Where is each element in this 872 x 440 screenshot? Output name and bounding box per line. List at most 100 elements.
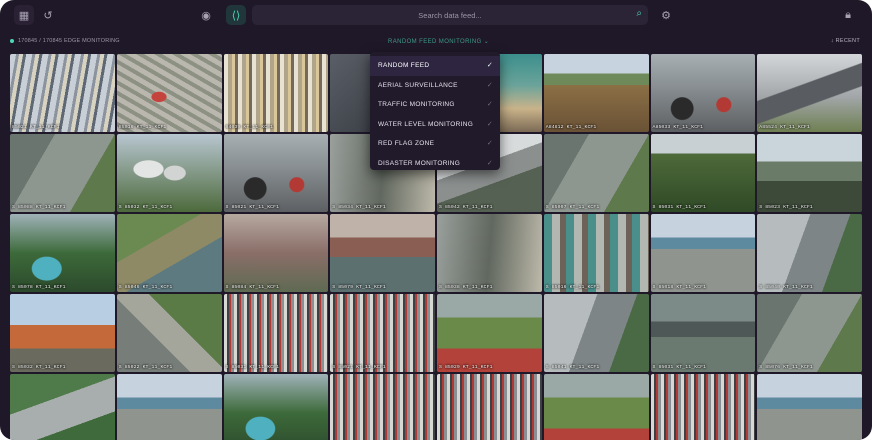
camera-feed-tile[interactable]: S 85016 KT_11_KCF1 (543, 214, 649, 292)
camera-feed-tile[interactable]: S 85038 KT_11_KCF1 (437, 214, 542, 292)
camera-feed-tile[interactable] (437, 374, 542, 440)
camera-feed-label: S 85038 KT_11_KCF1 (439, 285, 493, 290)
feed-count: 170845 / 170845 EDGE MONITORING (10, 38, 120, 44)
dropdown-item[interactable]: AERIAL SURVEILLANCE ✓ (370, 76, 500, 96)
camera-feed-tile[interactable]: 85021 KT_11_KCF1 (10, 54, 115, 132)
camera-feed-label: A85524 KT_11_KCF1 (759, 125, 810, 130)
camera-feed-label: S 85076 KT_11_KCF1 (759, 365, 813, 370)
camera-feed-tile[interactable]: A85524 KT_11_KCF1 (757, 54, 862, 132)
dropdown-item[interactable]: RANDOM FEED ✓ (370, 56, 500, 76)
settings-icon[interactable]: ⚙ (656, 5, 676, 25)
camera-feed-tile[interactable]: S 85076 KT_11_KCF1 (757, 294, 862, 372)
dropdown-item-label: TRAFFIC MONITORING (378, 101, 455, 109)
camera-feed-label: S 85031 KT_11_KCF1 (225, 365, 280, 370)
camera-feed-label: S 85023 KT_11_KCF1 (759, 205, 813, 210)
search-icon[interactable]: ⌕ (636, 8, 642, 19)
camera-feed-tile[interactable]: S 85032 KT_11_KCF1 (10, 294, 115, 372)
camera-feed-tile[interactable] (10, 374, 115, 440)
camera-feed-tile[interactable]: S 85040 KT_11_KCF1 (757, 214, 862, 292)
recent-label: RECENT (835, 38, 860, 44)
camera-feed-label: S 85016 KT_11_KCF1 (545, 285, 600, 290)
camera-feed-label: 85021 KT_11_KCF1 (12, 125, 60, 130)
camera-feed-tile[interactable]: S 85029 KT_11_KCF1 (437, 294, 542, 372)
camera-feed-tile[interactable]: A85033 KT_11_KCF1 (650, 54, 756, 132)
dropdown-item-label: RED FLAG ZONE (378, 140, 435, 148)
camera-feed-tile[interactable]: 85016 KT_11_KCF1 (116, 54, 222, 132)
camera-feed-label: S 85034 KT_11_KCF1 (332, 205, 386, 210)
history-icon[interactable]: ↺ (38, 5, 58, 25)
camera-feed-tile[interactable]: S 85007 KT_11_KCF1 (543, 134, 649, 212)
camera-feed-label: S 85031 KT_11_KCF1 (652, 205, 707, 210)
camera-feed-tile[interactable]: S 85079 KT_11_KCF1 (330, 214, 435, 292)
camera-feed-label: S 85021 KT_11_KCF1 (332, 365, 386, 370)
camera-feed-tile[interactable]: S 85021 KT_11_KCF1 (330, 294, 435, 372)
camera-icon[interactable]: ◉ (196, 5, 216, 25)
camera-feed-label: S 85032 KT_11_KCF1 (118, 205, 173, 210)
camera-feed-tile[interactable]: S 85022 KT_11_KCF1 (116, 294, 222, 372)
camera-feed-label: S 85084 KT_11_KCF1 (225, 285, 280, 290)
camera-feed-label: S 85007 KT_11_KCF1 (545, 205, 600, 210)
camera-feed-tile[interactable]: A84812 KT_11_KCF1 (543, 54, 649, 132)
check-icon: ✓ (486, 61, 493, 69)
sub-bar: 170845 / 170845 EDGE MONITORING RANDOM F… (0, 34, 872, 50)
camera-feed-label: S 85029 KT_11_KCF1 (439, 365, 493, 370)
camera-feed-tile[interactable]: S 85046 KT_11_KCF1 (116, 214, 222, 292)
camera-feed-tile[interactable]: S 85031 KT_11_KCF1 (223, 294, 329, 372)
grid-icon[interactable]: ▦ (14, 5, 34, 25)
camera-feed-tile[interactable]: S 85021 KT_11_KCF1 (223, 134, 329, 212)
camera-feed-label: S 85088 KT_11_KCF1 (12, 205, 66, 210)
camera-feed-tile[interactable] (757, 374, 862, 440)
camera-feed-tile[interactable]: S 85031 KT_11_KCF1 (650, 294, 756, 372)
camera-feed-label: S 85078 KT_11_KCF1 (12, 285, 66, 290)
feed-count-text: 170845 / 170845 EDGE MONITORING (18, 38, 120, 44)
camera-feed-label: S 85041 KT_11_KCF1 (545, 365, 600, 370)
camera-feed-tile[interactable] (543, 374, 649, 440)
camera-feed-label: S 85031 KT_11_KCF1 (652, 365, 707, 370)
check-icon: ✓ (486, 158, 493, 167)
camera-feed-tile[interactable] (223, 374, 329, 440)
camera-feed-label: 85016 KT_11_KCF1 (118, 125, 167, 130)
lock-icon[interactable]: 🔒︎ (838, 5, 858, 25)
check-icon: ✓ (486, 100, 493, 108)
status-dot (10, 39, 14, 43)
camera-feed-tile[interactable]: S 85032 KT_11_KCF1 (116, 134, 222, 212)
camera-feed-label: 84039 KT_11_KCF1 (225, 125, 274, 130)
check-icon: ✓ (486, 80, 493, 89)
feed-selector[interactable]: RANDOM FEED MONITORING ⌄ (388, 38, 489, 45)
camera-feed-label: S 85042 KT_11_KCF1 (439, 205, 493, 210)
live-icon[interactable]: ⟨⟩ (226, 5, 246, 25)
dropdown-item-label: WATER LEVEL MONITORING (378, 120, 474, 128)
camera-feed-label: S 85018 KT_11_KCF1 (652, 285, 707, 290)
camera-feed-label: S 85022 KT_11_KCF1 (118, 365, 173, 370)
camera-feed-tile[interactable]: S 85078 KT_11_KCF1 (10, 214, 115, 292)
search-input[interactable]: Search data feed... ⌕ (252, 5, 648, 25)
camera-feed-label: S 85021 KT_11_KCF1 (225, 205, 280, 210)
camera-feed-label: S 85040 KT_11_KCF1 (759, 285, 813, 290)
camera-feed-tile[interactable]: 84039 KT_11_KCF1 (223, 54, 329, 132)
check-icon: ✓ (486, 119, 493, 128)
dropdown-item[interactable]: WATER LEVEL MONITORING ✓ (370, 115, 500, 135)
camera-feed-label: A85033 KT_11_KCF1 (652, 125, 704, 130)
camera-feed-tile[interactable] (116, 374, 222, 440)
chevron-down-icon: ⌄ (483, 39, 490, 45)
dropdown-item[interactable]: TRAFFIC MONITORING ✓ (370, 95, 500, 115)
camera-feed-tile[interactable]: S 85088 KT_11_KCF1 (10, 134, 115, 212)
dropdown-item[interactable]: RED FLAG ZONE ✓ (370, 134, 500, 154)
check-icon: ✓ (486, 139, 493, 147)
camera-feed-label: S 85046 KT_11_KCF1 (118, 285, 173, 290)
camera-feed-tile[interactable]: S 85031 KT_11_KCF1 (650, 134, 756, 212)
dropdown-item-label: AERIAL SURVEILLANCE (378, 81, 458, 89)
camera-feed-tile[interactable]: S 85084 KT_11_KCF1 (223, 214, 329, 292)
camera-feed-tile[interactable]: S 85018 KT_11_KCF1 (650, 214, 756, 292)
camera-feed-tile[interactable]: S 85023 KT_11_KCF1 (757, 134, 862, 212)
feed-selector-label: RANDOM FEED MONITORING (388, 39, 482, 45)
camera-feed-tile[interactable] (330, 374, 435, 440)
dropdown-item-label: RANDOM FEED (378, 62, 430, 70)
camera-feed-tile[interactable] (650, 374, 756, 440)
camera-feed-tile[interactable]: S 85041 KT_11_KCF1 (543, 294, 649, 372)
search-placeholder: Search data feed... (418, 10, 482, 20)
recent-sort[interactable]: ↓ RECENT (831, 38, 860, 44)
dropdown-item-label: DISASTER MONITORING (378, 159, 461, 167)
app-window: ▦ ↺ ◉ ⟨⟩ Search data feed... ⌕ ⚙ 🔒︎ 1708… (0, 0, 872, 440)
dropdown-item[interactable]: DISASTER MONITORING ✓ (370, 154, 500, 174)
